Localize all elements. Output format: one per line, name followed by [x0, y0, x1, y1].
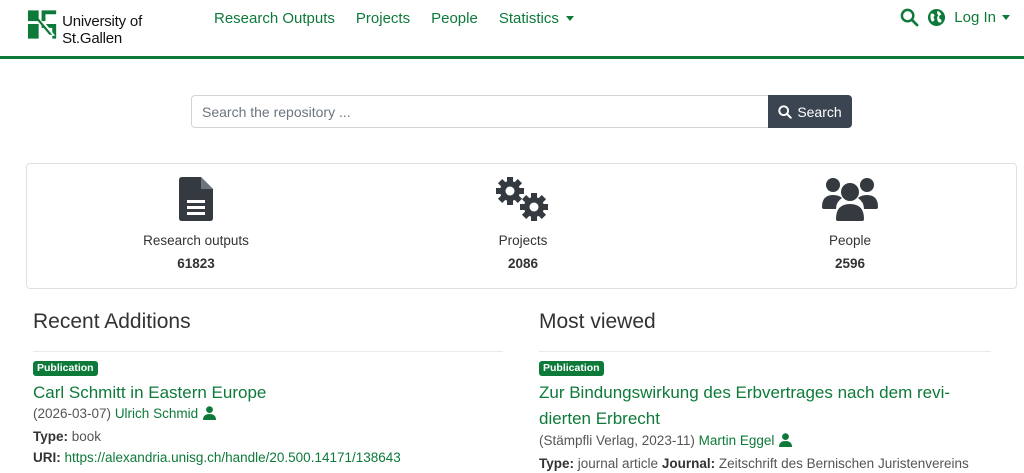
- divider: [33, 351, 503, 352]
- site-header: University of St.Gallen Research Outputs…: [0, 0, 1024, 56]
- users-icon: [822, 178, 878, 221]
- stat-value: 2086: [507, 256, 539, 271]
- item-publisher-author: (Stämpfli Verlag, 2023-11) Martin Eggel: [539, 433, 793, 448]
- item-type: Type: book: [33, 429, 101, 444]
- statistics-panel: Research outputs 61823 Projects 2086 Peo…: [26, 163, 1017, 289]
- item-title-line-1: Zur Bindungswirkung des Erbvertrages nac…: [539, 383, 951, 402]
- stat-label: People: [828, 233, 872, 248]
- nav-statistics-label: Statistics: [498, 10, 559, 27]
- journal-value: Zeitschrift des Bernischen Juristenverei…: [718, 456, 969, 471]
- most-viewed-section: Most viewed Publication Zur Bindungswirk…: [539, 310, 1009, 471]
- item-title-line-2: dierten Erbrecht: [539, 409, 660, 428]
- section-heading: Most viewed: [539, 310, 656, 333]
- type-label: Type:: [539, 456, 575, 471]
- search-input[interactable]: [191, 95, 768, 128]
- person-icon: [203, 406, 217, 420]
- main-nav: Research Outputs Projects People Statist…: [214, 10, 595, 27]
- nav-projects[interactable]: Projects: [356, 10, 410, 27]
- item-uri: URI: https://alexandria.unisg.ch/handle/…: [33, 450, 401, 465]
- item-publisher: (Stämpfli Verlag, 2023-11): [539, 433, 695, 448]
- file-icon: [179, 177, 213, 221]
- header-divider: [0, 56, 1024, 59]
- item-title-link[interactable]: Zur Bindungswirkung des Erbvertrages nac…: [539, 380, 950, 432]
- search-icon[interactable]: [900, 8, 919, 27]
- author-link[interactable]: Martin Eggel: [699, 433, 775, 448]
- stat-label: Research outputs: [143, 233, 249, 248]
- search-button[interactable]: Search: [768, 95, 852, 128]
- stat-research-outputs[interactable]: Research outputs 61823: [31, 164, 361, 288]
- item-type-journal: Type: journal article Journal: Zeitschri…: [539, 456, 969, 471]
- type-value: book: [71, 429, 102, 444]
- uri-label: URI:: [33, 450, 61, 465]
- university-logo[interactable]: University of St.Gallen: [26, 4, 202, 47]
- nav-statistics[interactable]: Statistics: [499, 10, 574, 27]
- stat-label: Projects: [498, 233, 548, 248]
- search-icon: [778, 104, 793, 119]
- login-label: Log In: [954, 9, 996, 26]
- author-link[interactable]: Ulrich Schmid: [115, 406, 198, 421]
- item-date-author: (2026-03-07) Ulrich Schmid: [33, 406, 217, 421]
- search-button-label: Search: [797, 103, 842, 120]
- header-actions: Log In: [900, 8, 1010, 27]
- chevron-down-icon: [565, 16, 574, 21]
- person-icon: [779, 433, 793, 447]
- stat-value: 61823: [177, 256, 215, 271]
- logo-text: University of St.Gallen: [62, 13, 143, 47]
- divider: [539, 351, 991, 352]
- nav-research-outputs[interactable]: Research Outputs: [214, 10, 335, 27]
- publication-badge: Publication: [539, 361, 604, 376]
- uri-link[interactable]: https://alexandria.unisg.ch/handle/20.50…: [65, 450, 401, 465]
- type-value: journal article: [577, 456, 659, 471]
- gears-icon: [496, 177, 548, 221]
- section-heading: Recent Additions: [33, 310, 191, 333]
- login-button[interactable]: Log In: [954, 9, 1010, 26]
- item-title-link[interactable]: Carl Schmitt in Eastern Europe: [33, 380, 266, 406]
- journal-label: Journal:: [661, 456, 716, 471]
- recent-additions-section: Recent Additions Publication Carl Schmit…: [33, 310, 503, 465]
- publication-badge: Publication: [33, 361, 98, 376]
- nav-people[interactable]: People: [431, 10, 478, 27]
- stat-projects[interactable]: Projects 2086: [358, 164, 688, 288]
- stat-people[interactable]: People 2596: [685, 164, 1015, 288]
- chevron-down-icon: [1002, 15, 1010, 20]
- repository-search: Search: [191, 95, 852, 128]
- hsg-logo-icon: [26, 7, 59, 41]
- stat-value: 2596: [834, 256, 866, 271]
- type-label: Type:: [33, 429, 69, 444]
- globe-icon[interactable]: [927, 8, 946, 27]
- item-date: (2026-03-07): [33, 406, 112, 421]
